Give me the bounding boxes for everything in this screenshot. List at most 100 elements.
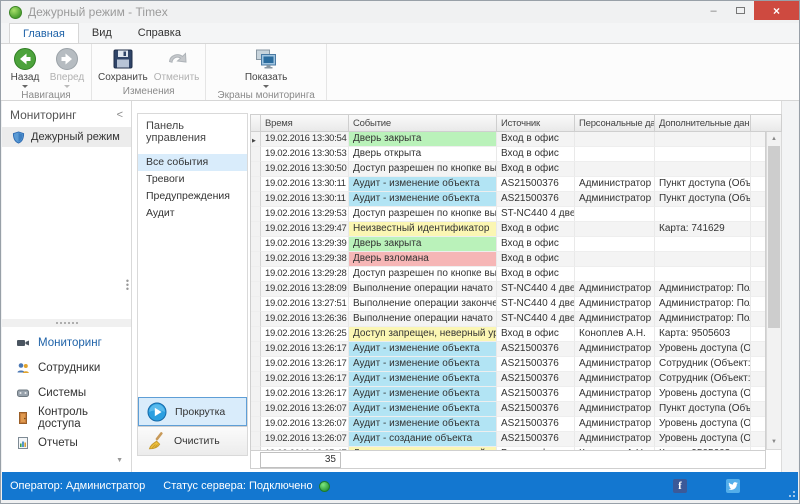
- show-button[interactable]: Показать: [242, 46, 291, 89]
- table-row[interactable]: 19.02.2016 13:29:53 Доступ разрешен по к…: [251, 207, 765, 222]
- cell-source: Вход в офис: [497, 162, 575, 177]
- row-indicator: [251, 282, 261, 297]
- close-button[interactable]: ×: [754, 1, 799, 20]
- twitter-icon[interactable]: [726, 479, 740, 493]
- record-count-box[interactable]: 35: [260, 451, 341, 468]
- table-row[interactable]: 19.02.2016 13:29:28 Доступ разрешен по к…: [251, 267, 765, 282]
- undo-button[interactable]: Отменить: [151, 46, 203, 84]
- row-indicator: [251, 327, 261, 342]
- table-row[interactable]: 19.02.2016 13:27:51 Выполнение операции …: [251, 297, 765, 312]
- header-additional-data[interactable]: Дополнительные данн...: [655, 115, 751, 131]
- tab-glavnaya[interactable]: Главная: [9, 23, 79, 43]
- cell-personal: Администратор: [575, 357, 655, 372]
- table-row[interactable]: 19.02.2016 13:29:47 Неизвестный идентифи…: [251, 222, 765, 237]
- cell-source: AS21500376: [497, 402, 575, 417]
- row-indicator: [251, 432, 261, 447]
- row-indicator: [251, 222, 261, 237]
- cell-filler: [751, 417, 765, 432]
- table-row[interactable]: 19.02.2016 13:26:36 Выполнение операции …: [251, 312, 765, 327]
- table-row[interactable]: 19.02.2016 13:26:17 Аудит - изменение об…: [251, 387, 765, 402]
- sidebar-item-employees[interactable]: Сотрудники: [2, 355, 131, 380]
- sidebar-item-reports[interactable]: Отчеты: [2, 430, 131, 455]
- reports-icon: [18, 436, 28, 449]
- table-row[interactable]: 19.02.2016 13:30:11 Аудит - изменение об…: [251, 177, 765, 192]
- facebook-icon[interactable]: f: [673, 479, 687, 493]
- sidebar-item-systems[interactable]: Системы: [2, 380, 131, 405]
- cell-personal: [575, 207, 655, 222]
- maximize-button[interactable]: [727, 1, 754, 20]
- cell-source: ST-NC440 4 двери: [497, 312, 575, 327]
- back-button[interactable]: Назад: [4, 46, 46, 89]
- save-button[interactable]: Сохранить: [95, 46, 151, 84]
- sidebar-header-label: Мониторинг: [10, 108, 77, 122]
- table-row[interactable]: 19.02.2016 13:26:07 Аудит - изменение об…: [251, 402, 765, 417]
- table-row[interactable]: 19.02.2016 13:26:07 Аудит - создание объ…: [251, 432, 765, 447]
- resize-grip[interactable]: [785, 487, 795, 497]
- cell-filler: [751, 132, 765, 147]
- cell-personal: [575, 252, 655, 267]
- sidebar-collapse-icon[interactable]: <: [117, 109, 123, 121]
- cell-time: 19.02.2016 13:26:17: [261, 387, 349, 402]
- minimize-button[interactable]: –: [700, 1, 727, 20]
- cell-source: Вход в офис: [497, 327, 575, 342]
- cell-filler: [751, 207, 765, 222]
- row-indicator: [251, 357, 261, 372]
- header-time[interactable]: Время: [261, 115, 349, 131]
- cell-filler: [751, 267, 765, 282]
- table-row[interactable]: 19.02.2016 13:30:53 Дверь открыта Вход в…: [251, 147, 765, 162]
- cell-extra: Пункт доступа (Объек...: [655, 177, 751, 192]
- sidebar-nav-expand-icon[interactable]: ▼: [116, 457, 123, 464]
- vertical-scrollbar[interactable]: ▲ ▼: [766, 132, 782, 450]
- cell-extra: Администратор: Полн...: [655, 297, 751, 312]
- tab-vid[interactable]: Вид: [79, 23, 125, 43]
- cell-personal: [575, 162, 655, 177]
- sidebar-splitter[interactable]: [2, 319, 131, 327]
- cell-extra: Карта: 741629: [655, 222, 751, 237]
- row-indicator: [251, 342, 261, 357]
- cell-personal: Коноплев А.Н.: [575, 327, 655, 342]
- panel-splitter-grip[interactable]: • • •: [126, 277, 129, 294]
- sidebar-item-access-control[interactable]: Контроль доступа: [2, 405, 131, 430]
- table-row[interactable]: 19.02.2016 13:26:17 Аудит - изменение об…: [251, 357, 765, 372]
- cell-source: Вход в офис: [497, 132, 575, 147]
- table-row[interactable]: 19.02.2016 13:28:09 Выполнение операции …: [251, 282, 765, 297]
- table-row[interactable]: 19.02.2016 13:29:38 Дверь взломана Вход …: [251, 252, 765, 267]
- sidebar-item-duty-mode[interactable]: Дежурный режим: [2, 127, 131, 147]
- show-dropdown-icon: [263, 85, 270, 88]
- cell-event: Доступ разрешен по кнопке выхода: [349, 267, 497, 282]
- header-source[interactable]: Источник: [497, 115, 575, 131]
- cell-time: 19.02.2016 13:26:17: [261, 342, 349, 357]
- table-row[interactable]: 19.02.2016 13:26:07 Аудит - изменение об…: [251, 417, 765, 432]
- window-controls: – ×: [700, 1, 799, 23]
- table-row[interactable]: 19.02.2016 13:29:39 Дверь закрыта Вход в…: [251, 237, 765, 252]
- clear-button[interactable]: Очистить: [138, 426, 247, 455]
- sidebar-item-monitoring[interactable]: Мониторинг: [2, 330, 131, 355]
- scroll-button[interactable]: Прокрутка: [138, 397, 247, 426]
- cell-source: AS21500376: [497, 417, 575, 432]
- table-row[interactable]: ▶ 19.02.2016 13:30:54 Дверь закрыта Вход…: [251, 132, 765, 147]
- header-event[interactable]: Событие: [349, 115, 497, 131]
- cell-extra: [655, 252, 751, 267]
- scrollbar-thumb[interactable]: [768, 146, 780, 328]
- cell-filler: [751, 372, 765, 387]
- filter-alarms[interactable]: Тревоги: [138, 171, 247, 188]
- table-row[interactable]: 19.02.2016 13:30:50 Доступ разрешен по к…: [251, 162, 765, 177]
- cell-event: Аудит - изменение объекта: [349, 177, 497, 192]
- table-row[interactable]: 19.02.2016 13:30:11 Аудит - изменение об…: [251, 192, 765, 207]
- header-personal-data[interactable]: Персональные данн...: [575, 115, 655, 131]
- table-row[interactable]: 19.02.2016 13:26:17 Аудит - изменение об…: [251, 372, 765, 387]
- row-indicator: [251, 402, 261, 417]
- cell-event: Аудит - изменение объекта: [349, 192, 497, 207]
- cell-time: 19.02.2016 13:26:36: [261, 312, 349, 327]
- filter-warnings[interactable]: Предупреждения: [138, 188, 247, 205]
- scroll-up-icon[interactable]: ▲: [767, 132, 781, 146]
- cell-extra: Уровень доступа (Объ...: [655, 417, 751, 432]
- filter-audit[interactable]: Аудит: [138, 205, 247, 222]
- filter-all-events[interactable]: Все события: [138, 154, 247, 171]
- forward-button[interactable]: Вперед: [46, 46, 88, 89]
- table-row[interactable]: 19.02.2016 13:26:17 Аудит - изменение об…: [251, 342, 765, 357]
- tab-spravka[interactable]: Справка: [125, 23, 194, 43]
- scroll-down-icon[interactable]: ▼: [767, 435, 781, 449]
- event-rows: ▶ 19.02.2016 13:30:54 Дверь закрыта Вход…: [250, 132, 766, 450]
- table-row[interactable]: 19.02.2016 13:26:25 Доступ запрещен, нев…: [251, 327, 765, 342]
